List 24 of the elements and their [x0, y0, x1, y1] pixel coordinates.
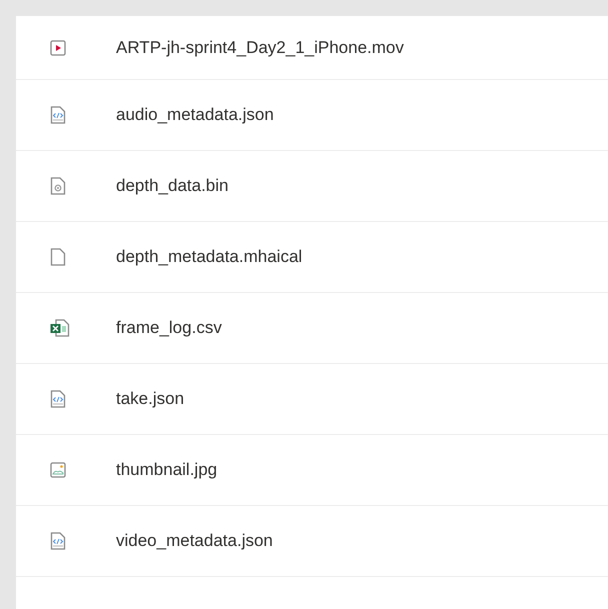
file-row[interactable]: take.json	[16, 364, 608, 435]
file-row[interactable]: depth_data.bin	[16, 151, 608, 222]
spreadsheet-file-icon	[50, 319, 70, 337]
file-name: depth_data.bin	[116, 176, 228, 196]
file-name: thumbnail.jpg	[116, 460, 218, 480]
file-name: video_metadata.json	[116, 531, 273, 551]
image-file-icon	[50, 462, 66, 478]
file-row[interactable]: frame_log.csv	[16, 293, 608, 364]
code-file-icon	[50, 106, 66, 124]
file-row[interactable]: ARTP-jh-sprint4_Day2_1_iPhone.mov	[16, 16, 608, 80]
blank-file-icon	[50, 248, 66, 266]
code-file-icon	[50, 532, 66, 550]
file-row[interactable]: depth_metadata.mhaical	[16, 222, 608, 293]
file-row[interactable]: thumbnail.jpg	[16, 435, 608, 506]
file-name: audio_metadata.json	[116, 105, 274, 125]
file-row[interactable]: video_metadata.json	[16, 506, 608, 577]
file-row[interactable]: audio_metadata.json	[16, 80, 608, 151]
video-file-icon	[50, 40, 66, 56]
file-name: depth_metadata.mhaical	[116, 247, 302, 267]
code-file-icon	[50, 390, 66, 408]
file-name: ARTP-jh-sprint4_Day2_1_iPhone.mov	[116, 38, 404, 58]
file-name: frame_log.csv	[116, 318, 222, 338]
file-name: take.json	[116, 389, 184, 409]
gear-file-icon	[50, 177, 66, 195]
